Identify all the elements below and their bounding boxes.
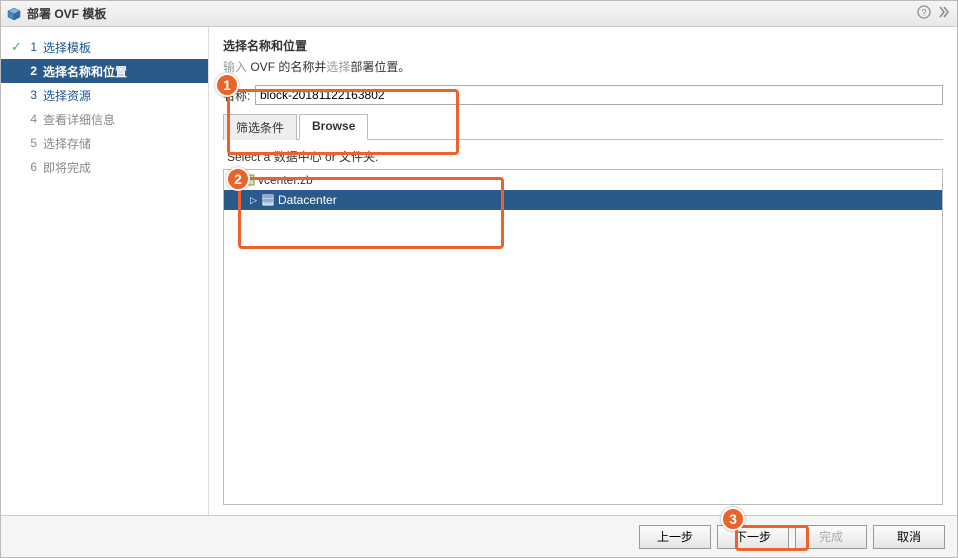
- svg-text:?: ?: [921, 8, 926, 18]
- tree-label: Datacenter: [278, 193, 337, 207]
- step-2[interactable]: 2 选择名称和位置: [1, 59, 208, 83]
- check-icon: ✓: [11, 39, 25, 55]
- finish-button: 完成: [795, 525, 867, 549]
- cancel-button[interactable]: 取消: [873, 525, 945, 549]
- step-label: 查看详细信息: [43, 111, 115, 128]
- help-icon[interactable]: ?: [917, 5, 931, 22]
- step-3[interactable]: 3 选择资源: [1, 83, 208, 107]
- location-tabs: 筛选条件 Browse: [223, 113, 943, 140]
- page-subtitle: 输入 OVF 的名称并选择部署位置。: [223, 58, 943, 75]
- dialog-title: 部署 OVF 模板: [27, 5, 911, 22]
- inventory-tree[interactable]: ▽ vcenter.zb ▷ Datacenter: [223, 169, 943, 505]
- step-label: 选择资源: [43, 87, 91, 104]
- step-num: 1: [25, 40, 37, 54]
- step-label: 选择模板: [43, 39, 91, 56]
- dialog-body: ✓ 1 选择模板 2 选择名称和位置 3 选择资源 4 查看详细信息 5: [1, 27, 957, 515]
- step-label: 选择存储: [43, 135, 91, 152]
- step-num: 2: [25, 64, 37, 78]
- back-button[interactable]: 上一步: [639, 525, 711, 549]
- step-num: 3: [25, 88, 37, 102]
- callout-badge-2: 2: [226, 167, 250, 191]
- step-label: 即将完成: [43, 159, 91, 176]
- ovf-deploy-dialog: 部署 OVF 模板 ? ✓ 1 选择模板 2 选择名称和位置 3 选择资源: [0, 0, 958, 558]
- expand-icon[interactable]: ▷: [250, 195, 260, 206]
- titlebar: 部署 OVF 模板 ?: [1, 1, 957, 27]
- step-5: 5 选择存储: [1, 131, 208, 155]
- step-num: 5: [25, 136, 37, 150]
- step-6: 6 即将完成: [1, 155, 208, 179]
- folder-instruction: Select a 数据中心 or 文件夹.: [227, 148, 943, 165]
- wizard-main: 选择名称和位置 输入 OVF 的名称并选择部署位置。 名称: 筛选条件 Brow…: [209, 27, 957, 515]
- callout-badge-1: 1: [215, 73, 239, 97]
- step-label: 选择名称和位置: [43, 63, 127, 80]
- ovf-cube-icon: [7, 7, 21, 21]
- wizard-sidebar: ✓ 1 选择模板 2 选择名称和位置 3 选择资源 4 查看详细信息 5: [1, 27, 209, 515]
- datacenter-icon: [260, 193, 276, 207]
- callout-badge-3: 3: [721, 507, 745, 531]
- wizard-footer: 上一步 下一步 完成 取消: [1, 515, 957, 557]
- forward-icon[interactable]: [937, 5, 951, 22]
- tab-browse[interactable]: Browse: [299, 114, 368, 140]
- step-1[interactable]: ✓ 1 选择模板: [1, 35, 208, 59]
- name-row: 名称:: [223, 85, 943, 105]
- tree-root[interactable]: ▽ vcenter.zb: [224, 170, 942, 190]
- step-num: 6: [25, 160, 37, 174]
- tree-label: vcenter.zb: [258, 173, 313, 187]
- step-num: 4: [25, 112, 37, 126]
- name-input[interactable]: [255, 85, 943, 105]
- step-4: 4 查看详细信息: [1, 107, 208, 131]
- tab-filter[interactable]: 筛选条件: [223, 114, 297, 140]
- page-heading: 选择名称和位置: [223, 37, 943, 54]
- tree-datacenter[interactable]: ▷ Datacenter: [224, 190, 942, 210]
